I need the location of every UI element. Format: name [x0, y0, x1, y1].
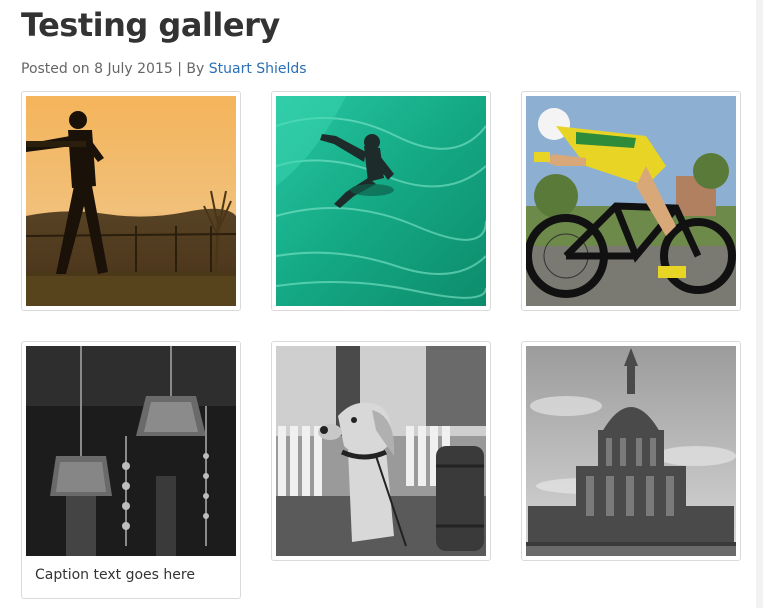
dog-photo[interactable] [276, 346, 486, 556]
cricket-photo[interactable] [26, 96, 236, 306]
by-label: By [186, 61, 205, 77]
gallery-item[interactable]: Caption text goes here [21, 341, 241, 599]
post-article: Testing gallery Posted on 8 July 2015 | … [0, 0, 756, 608]
gallery-item[interactable] [21, 91, 241, 311]
cathedral-photo[interactable] [526, 346, 736, 556]
post-meta: Posted on 8 July 2015 | By Stuart Shield… [21, 60, 307, 78]
post-date[interactable]: 8 July 2015 [94, 61, 173, 77]
gallery-item[interactable] [271, 91, 491, 311]
posted-label: Posted on [21, 61, 90, 77]
gallery-item[interactable] [271, 341, 491, 561]
page-title: Testing gallery [21, 6, 280, 44]
gallery-item[interactable] [521, 91, 741, 311]
cyclist-photo[interactable] [526, 96, 736, 306]
meta-separator: | [177, 61, 182, 77]
gallery-item[interactable] [521, 341, 741, 561]
lamps-photo[interactable] [26, 346, 236, 556]
gallery-caption: Caption text goes here [35, 567, 195, 583]
bodyboard-photo[interactable] [276, 96, 486, 306]
author-link[interactable]: Stuart Shields [209, 61, 307, 77]
